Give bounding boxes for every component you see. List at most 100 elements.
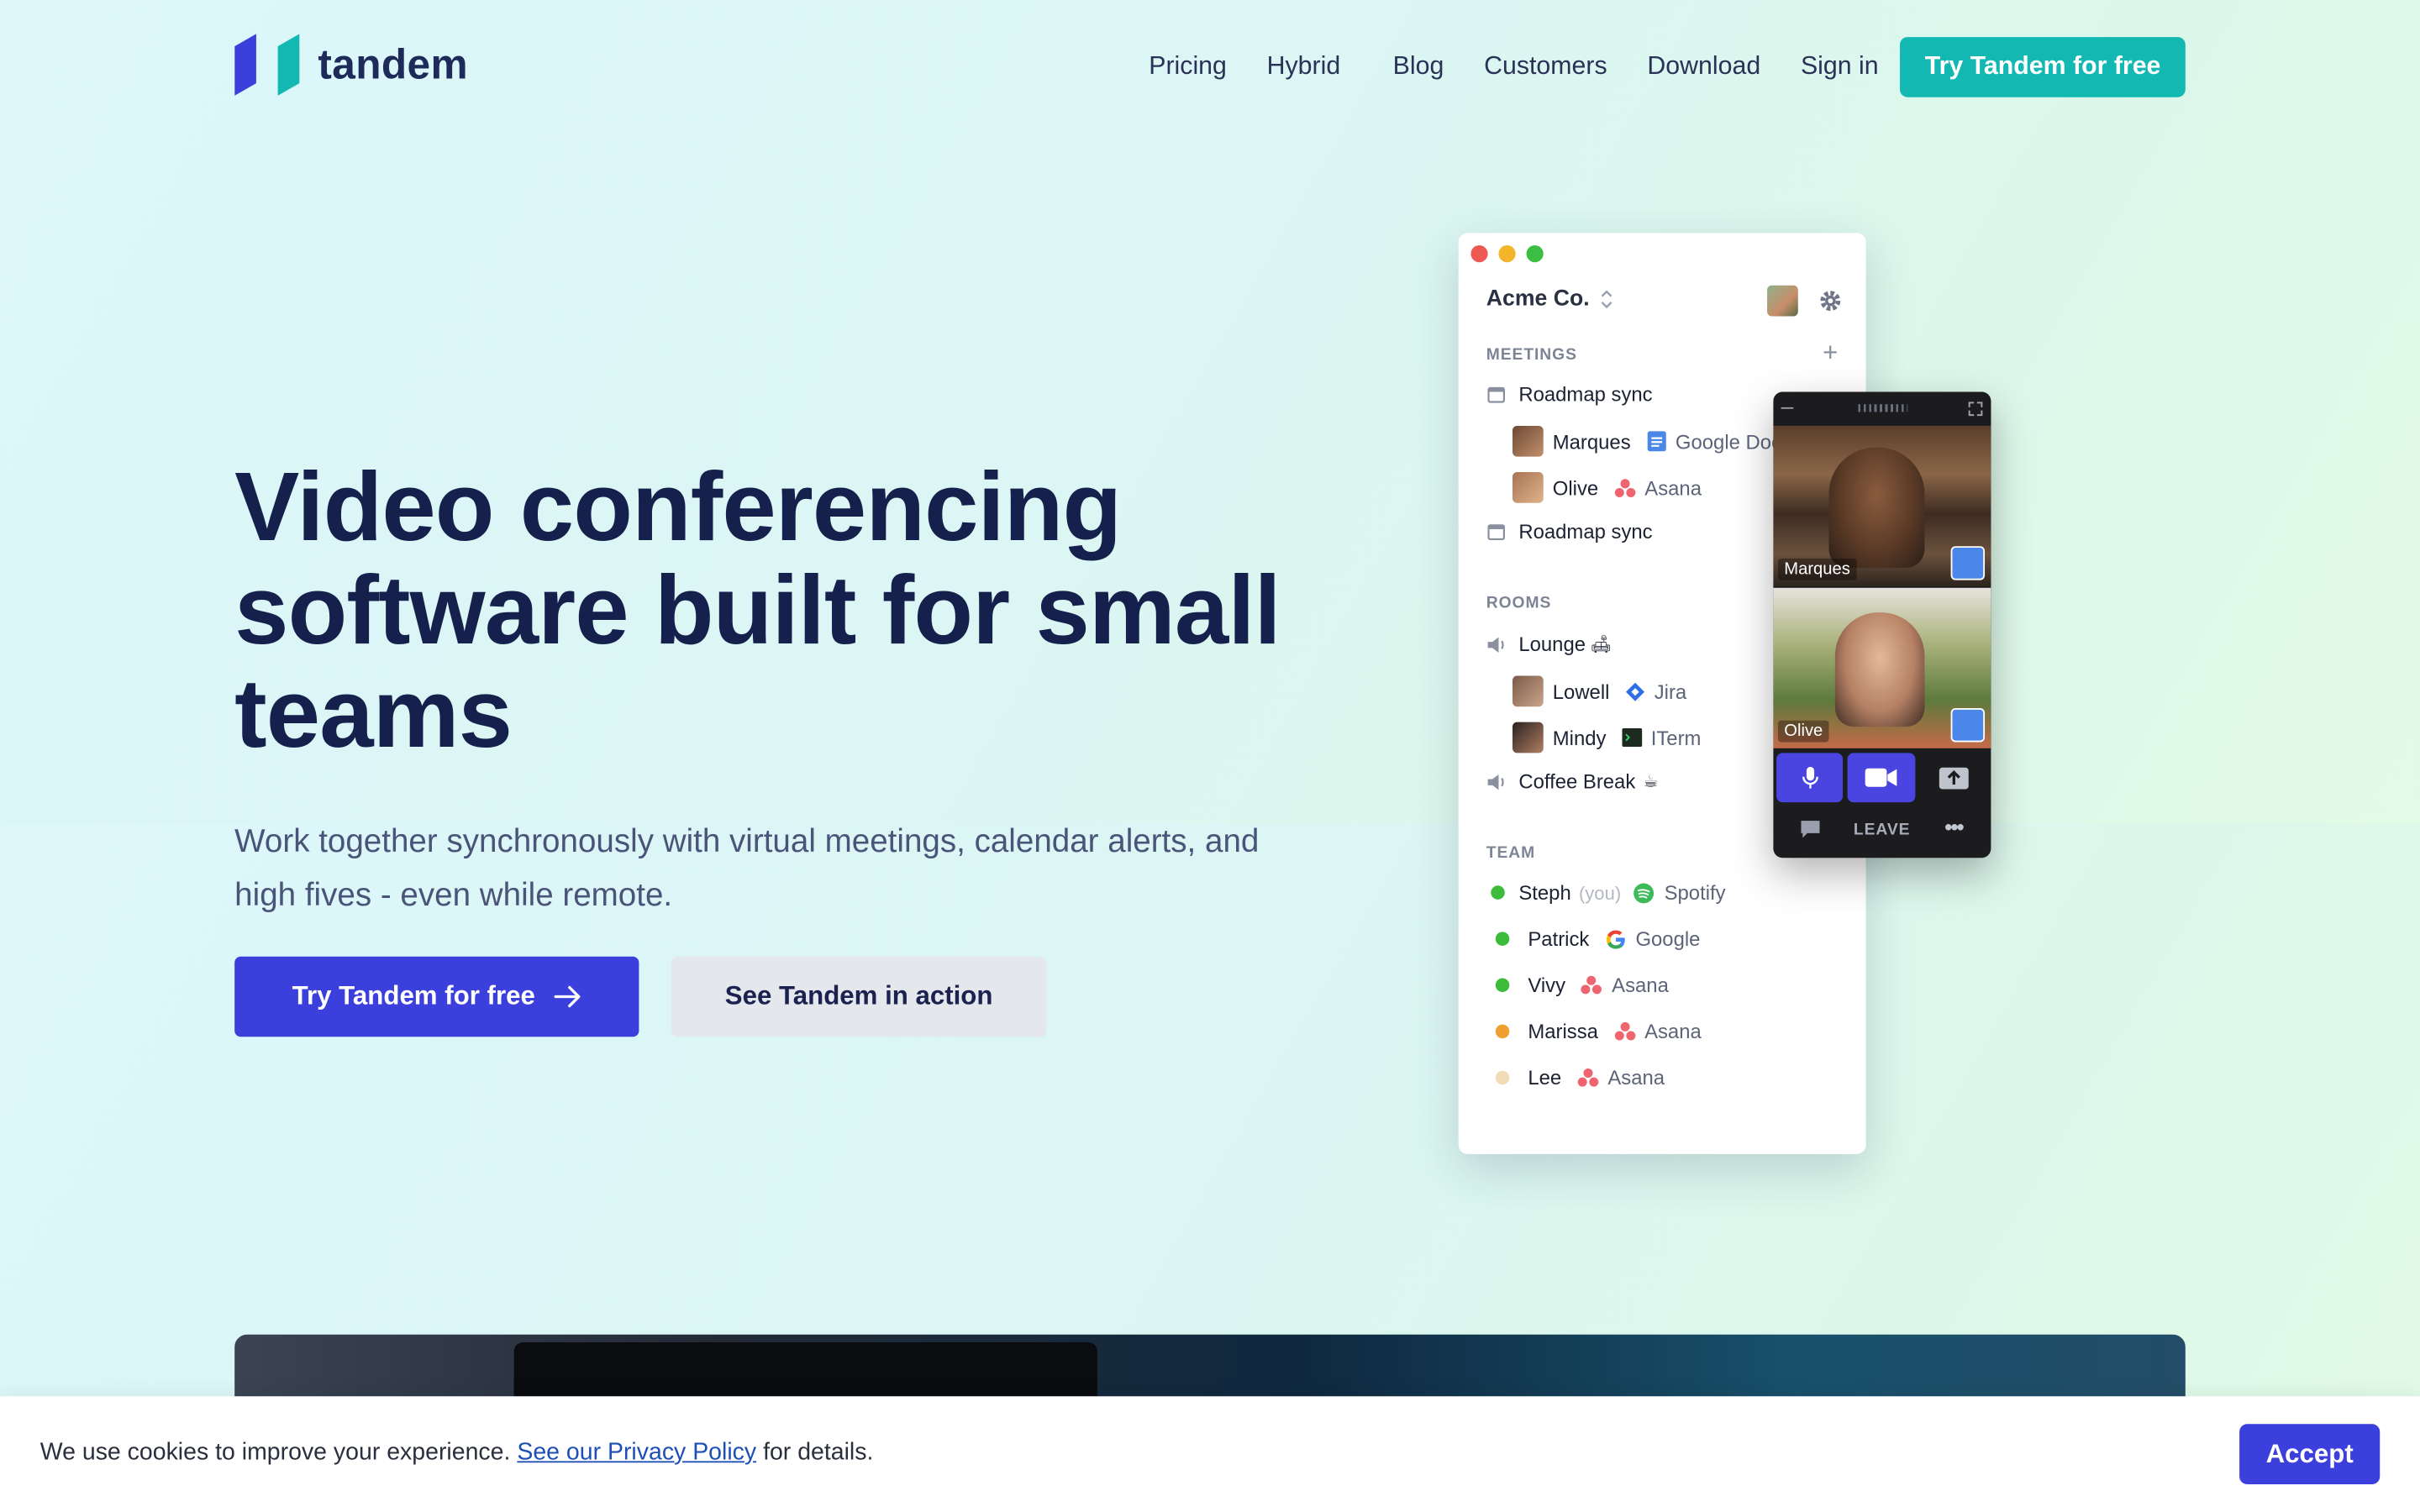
team-member[interactable]: Vivy Asana [1495, 973, 1669, 997]
room-item[interactable]: Coffee Break ☕ [1486, 769, 1659, 794]
cookie-banner: We use cookies to improve your experienc… [0, 1396, 2420, 1512]
mute-button[interactable] [1776, 753, 1844, 803]
participant-name: Lowell [1552, 680, 1610, 703]
participant-row: Olive Asana [1512, 472, 1702, 503]
status-dot [1495, 1024, 1510, 1039]
google-docs-icon[interactable] [1950, 546, 1986, 580]
nav-pricing[interactable]: Pricing [1149, 52, 1227, 81]
member-app: Asana [1607, 1066, 1665, 1089]
avatar [1512, 675, 1544, 707]
member-name: Vivy [1528, 973, 1566, 997]
main-nav: Pricing Hybrid Blog Customers Download S… [1108, 37, 2186, 97]
accept-cookies-button[interactable]: Accept [2239, 1424, 2381, 1484]
microphone-icon [1802, 766, 1818, 789]
nav-hybrid[interactable]: Hybrid [1267, 52, 1341, 81]
team-member[interactable]: Marissa Asana [1495, 1020, 1702, 1043]
meeting-item[interactable]: Roadmap sync [1486, 520, 1653, 543]
participant-video [1828, 447, 1925, 568]
chevron-updown-icon [1601, 290, 1612, 309]
participant-name: Mindy [1552, 726, 1607, 749]
drag-handle-icon[interactable] [1858, 404, 1908, 412]
participant-row: Lowell Jira [1512, 675, 1686, 707]
asana-icon [1577, 1068, 1598, 1087]
fullscreen-icon[interactable] [1968, 402, 1983, 417]
calendar-icon [1487, 524, 1506, 541]
gear-icon[interactable] [1818, 288, 1843, 312]
member-name: Steph [1518, 880, 1571, 905]
spotify-icon [1634, 882, 1655, 903]
google-icon [1606, 929, 1625, 948]
participant-row: Marques Google Docs [1512, 425, 1791, 457]
video-tile[interactable]: Marques [1773, 425, 1991, 586]
video-tile[interactable]: Olive [1773, 587, 1991, 748]
try-free-button[interactable]: Try Tandem for free [234, 956, 639, 1037]
tandem-logo[interactable]: tandem [234, 34, 468, 96]
minimize-dot[interactable] [1498, 245, 1516, 263]
google-docs-icon [1646, 431, 1665, 452]
meeting-item[interactable]: Roadmap sync [1486, 382, 1653, 407]
nav-download[interactable]: Download [1647, 52, 1760, 81]
see-in-action-button[interactable]: See Tandem in action [671, 956, 1047, 1037]
jira-icon [1625, 681, 1644, 701]
avatar [1512, 722, 1544, 753]
member-app: Asana [1644, 1020, 1702, 1043]
rooms-heading: ROOMS [1486, 594, 1552, 613]
video-name-label: Marques [1777, 558, 1857, 580]
room-emoji: ☕ [1643, 773, 1659, 792]
participant-video [1834, 612, 1925, 727]
leave-button[interactable]: LEAVE [1854, 821, 1910, 839]
nav-sign-in[interactable]: Sign in [1801, 52, 1879, 81]
see-in-action-label: See Tandem in action [724, 981, 993, 1011]
participant-name: Marques [1552, 429, 1631, 454]
user-avatar[interactable] [1767, 285, 1798, 317]
video-call-window: Marques Olive LEAVE ••• [1773, 391, 1991, 858]
team-member[interactable]: Patrick Google [1495, 927, 1700, 951]
camera-button[interactable] [1847, 753, 1916, 803]
terminal-icon [1621, 727, 1642, 747]
avatar [1512, 472, 1544, 503]
hero-title: Video conferencing software built for sm… [234, 454, 1281, 769]
privacy-policy-link[interactable]: See our Privacy Policy [517, 1440, 756, 1466]
room-item[interactable]: Lounge 🛋 [1486, 633, 1612, 656]
asana-icon [1581, 975, 1602, 995]
video-name-label: Olive [1777, 720, 1829, 743]
cookie-text: We use cookies to improve your experienc… [40, 1440, 874, 1467]
member-suffix: (you) [1578, 881, 1622, 904]
org-name: Acme Co. [1486, 286, 1590, 312]
share-screen-button[interactable] [1921, 753, 1986, 803]
team-member[interactable]: Steph (you) Spotify [1491, 880, 1726, 905]
nav-customers[interactable]: Customers [1484, 52, 1607, 81]
close-dot[interactable] [1470, 245, 1488, 263]
asana-icon [1614, 478, 1635, 497]
org-switcher[interactable]: Acme Co. [1486, 287, 1616, 312]
room-name: Lounge [1518, 633, 1586, 656]
participant-row: Mindy ITerm [1512, 722, 1701, 753]
status-dot [1495, 978, 1510, 993]
meeting-name: Roadmap sync [1518, 519, 1653, 543]
video-titlebar[interactable] [1773, 391, 1991, 426]
cookie-message: We use cookies to improve your experienc… [39, 1439, 511, 1466]
add-meeting-icon[interactable]: + [1823, 338, 1838, 369]
meeting-name: Roadmap sync [1518, 382, 1653, 407]
member-name: Lee [1528, 1066, 1562, 1089]
status-dot [1495, 1070, 1510, 1085]
member-name: Patrick [1528, 927, 1590, 951]
member-name: Marissa [1528, 1020, 1598, 1043]
google-docs-icon[interactable] [1950, 708, 1986, 743]
status-dot [1491, 885, 1505, 900]
arrow-right-icon [554, 985, 580, 1008]
nav-try-free-button[interactable]: Try Tandem for free [1900, 37, 2186, 97]
maximize-dot[interactable] [1526, 245, 1544, 263]
status-dot [1495, 932, 1510, 946]
calendar-icon [1487, 386, 1506, 403]
cookie-message-end: for details. [763, 1439, 874, 1466]
speaker-icon [1487, 774, 1504, 790]
member-app: Asana [1612, 973, 1669, 997]
chat-icon[interactable] [1800, 819, 1822, 839]
minimize-icon[interactable] [1781, 407, 1794, 409]
nav-blog[interactable]: Blog [1393, 52, 1444, 81]
more-options-icon[interactable]: ••• [1944, 815, 1964, 839]
hero-subtitle: Work together synchronously with virtual… [234, 823, 1260, 914]
room-name: Coffee Break [1518, 769, 1636, 794]
team-member[interactable]: Lee Asana [1495, 1066, 1665, 1089]
